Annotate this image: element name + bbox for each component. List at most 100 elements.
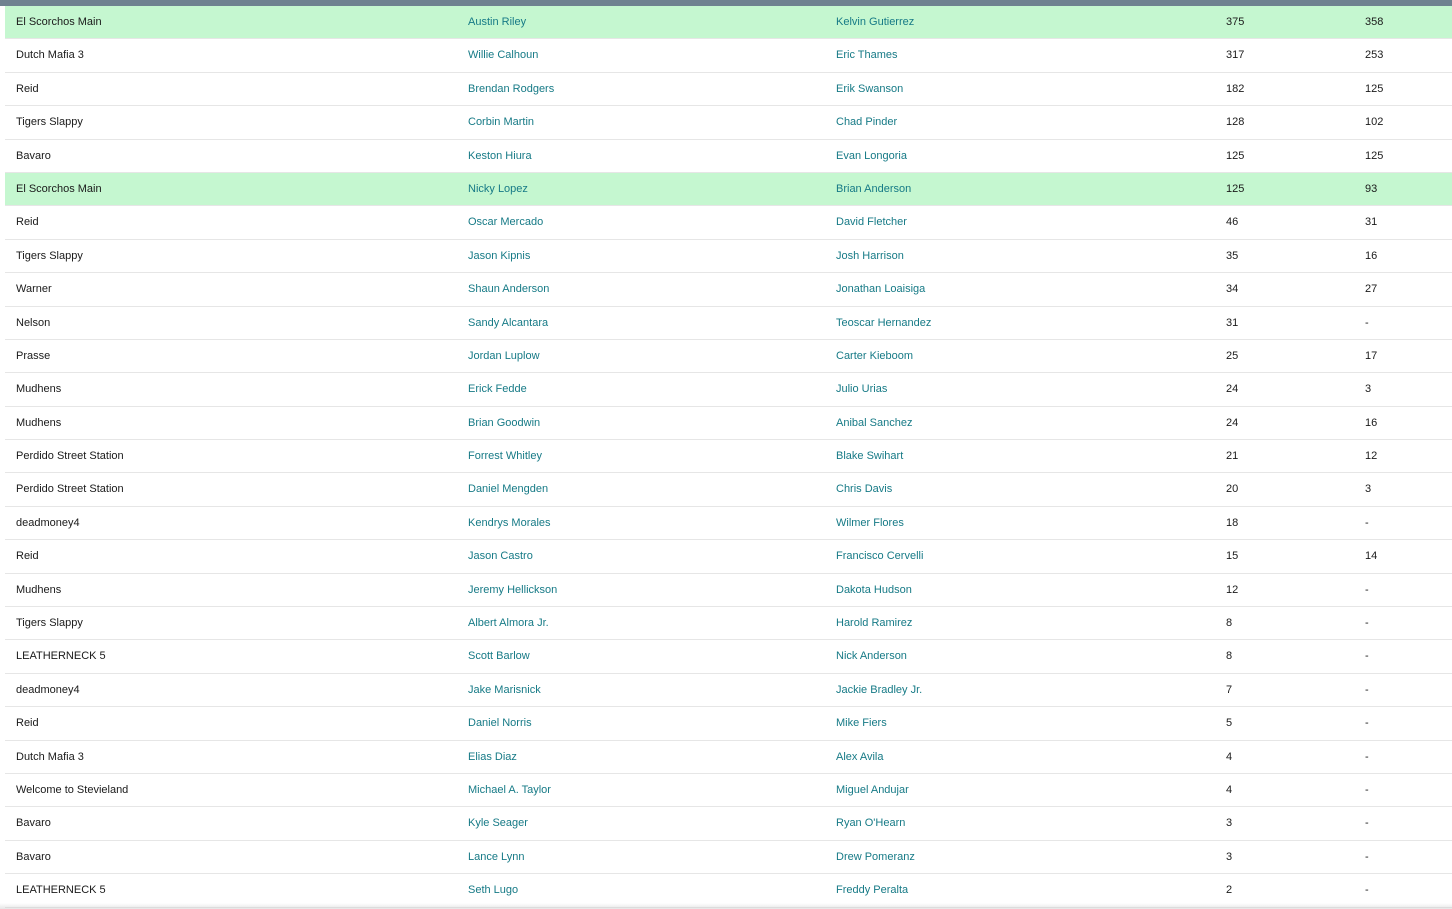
table-row: Perdido Street Station Forrest Whitley Bla… bbox=[5, 440, 1452, 474]
value-cell: - bbox=[1365, 316, 1369, 329]
value-cell: 46 bbox=[1226, 216, 1239, 229]
player-link[interactable]: Wilmer Flores bbox=[836, 507, 904, 539]
player-link[interactable]: Forrest Whitley bbox=[468, 440, 542, 472]
player-link[interactable]: Jordan Luplow bbox=[468, 340, 540, 372]
table-row: Prasse Jordan Luplow Carter Kieboom 25 17 bbox=[5, 339, 1452, 374]
player-link[interactable]: Daniel Norris bbox=[468, 707, 532, 739]
team-name-cell: deadmoney4 bbox=[16, 516, 80, 529]
player-link[interactable]: Willie Calhoun bbox=[468, 39, 538, 71]
value-cell: 8 bbox=[1226, 650, 1233, 663]
table-row: Tigers Slappy Albert Almora Jr. Harold Ram… bbox=[5, 607, 1452, 641]
player-link[interactable]: Alex Avila bbox=[836, 741, 884, 773]
player-link[interactable]: Jonathan Loaisiga bbox=[836, 273, 925, 305]
value-cell: - bbox=[1365, 783, 1369, 796]
player-link[interactable]: Josh Harrison bbox=[836, 240, 904, 272]
table-row: LEATHERNECK 5 Seth Lugo Freddy Peralta 2 - bbox=[5, 874, 1452, 908]
player-link[interactable]: Oscar Mercado bbox=[468, 206, 543, 238]
player-link[interactable]: Carter Kieboom bbox=[836, 340, 913, 372]
value-cell: 125 bbox=[1365, 82, 1384, 95]
table-row: Dutch Mafia 3 Elias Diaz Alex Avila 4 - bbox=[5, 740, 1452, 774]
value-cell: 93 bbox=[1365, 182, 1378, 195]
player-link[interactable]: Miguel Andujar bbox=[836, 774, 909, 806]
table-row: LEATHERNECK 5 Scott Barlow Nick Anderson 8 - bbox=[5, 640, 1452, 674]
table-row: Reid Oscar Mercado David Fletcher 46 31 bbox=[5, 206, 1452, 240]
player-link[interactable]: Keston Hiura bbox=[468, 140, 532, 172]
player-link[interactable]: Jason Castro bbox=[468, 540, 533, 572]
team-name-cell: Welcome to Stevieland bbox=[16, 783, 129, 796]
player-link[interactable]: Ryan O'Hearn bbox=[836, 807, 905, 839]
player-link[interactable]: Lance Lynn bbox=[468, 841, 524, 873]
table-row: Perdido Street Station Daniel Mengden Chri… bbox=[5, 473, 1452, 507]
team-name-cell: LEATHERNECK 5 bbox=[16, 884, 106, 897]
value-cell: 125 bbox=[1226, 149, 1245, 162]
player-link[interactable]: Francisco Cervelli bbox=[836, 540, 923, 572]
player-link[interactable]: Nicky Lopez bbox=[468, 173, 528, 205]
table-row: Warner Shaun Anderson Jonathan Loaisiga 34 2… bbox=[5, 273, 1452, 307]
player-link[interactable]: Freddy Peralta bbox=[836, 874, 908, 906]
value-cell: 102 bbox=[1365, 116, 1384, 129]
player-link[interactable]: Austin Riley bbox=[468, 6, 526, 38]
value-cell: - bbox=[1365, 750, 1369, 763]
player-link[interactable]: Kelvin Gutierrez bbox=[836, 6, 914, 38]
value-cell: - bbox=[1365, 683, 1369, 696]
player-link[interactable]: Kyle Seager bbox=[468, 807, 528, 839]
player-link[interactable]: Jeremy Hellickson bbox=[468, 574, 557, 606]
player-link[interactable]: Harold Ramirez bbox=[836, 607, 912, 639]
player-link[interactable]: Michael A. Taylor bbox=[468, 774, 551, 806]
player-link[interactable]: Jason Kipnis bbox=[468, 240, 530, 272]
player-link[interactable]: Evan Longoria bbox=[836, 140, 907, 172]
player-link[interactable]: Drew Pomeranz bbox=[836, 841, 915, 873]
player-link[interactable]: Corbin Martin bbox=[468, 106, 534, 138]
player-link[interactable]: Jake Marisnick bbox=[468, 674, 541, 706]
player-link[interactable]: Brian Goodwin bbox=[468, 407, 540, 439]
player-link[interactable]: Brendan Rodgers bbox=[468, 73, 554, 105]
value-cell: - bbox=[1365, 884, 1369, 897]
value-cell: 14 bbox=[1365, 550, 1378, 563]
table-row: deadmoney4 Kendrys Morales Wilmer Flores 18… bbox=[5, 506, 1452, 541]
player-link[interactable]: Kendrys Morales bbox=[468, 507, 551, 539]
player-link[interactable]: Teoscar Hernandez bbox=[836, 307, 931, 339]
value-cell: 16 bbox=[1365, 249, 1378, 262]
team-name-cell: Warner bbox=[16, 283, 52, 296]
player-link[interactable]: Seth Lugo bbox=[468, 874, 518, 906]
player-link[interactable]: Anibal Sanchez bbox=[836, 407, 912, 439]
player-link[interactable]: Scott Barlow bbox=[468, 640, 530, 672]
player-link[interactable]: Eric Thames bbox=[836, 39, 898, 71]
value-cell: - bbox=[1365, 650, 1369, 663]
player-link[interactable]: Shaun Anderson bbox=[468, 273, 549, 305]
player-link[interactable]: Dakota Hudson bbox=[836, 574, 912, 606]
table-row: Mudhens Erick Fedde Julio Urias 24 3 bbox=[5, 373, 1452, 407]
team-name-cell: Mudhens bbox=[16, 416, 62, 429]
value-cell: - bbox=[1365, 516, 1369, 529]
team-name-cell: El Scorchos Main bbox=[16, 16, 102, 28]
player-link[interactable]: Nick Anderson bbox=[836, 640, 907, 672]
player-link[interactable]: Albert Almora Jr. bbox=[468, 607, 549, 639]
player-link[interactable]: Mike Fiers bbox=[836, 707, 887, 739]
value-cell: 4 bbox=[1226, 750, 1233, 763]
value-cell: 3 bbox=[1365, 483, 1372, 496]
player-link[interactable]: Blake Swihart bbox=[836, 440, 903, 472]
player-link[interactable]: Elias Diaz bbox=[468, 741, 517, 773]
player-link[interactable]: Erik Swanson bbox=[836, 73, 903, 105]
table-row: deadmoney4 Jake Marisnick Jackie Bradley J… bbox=[5, 673, 1452, 708]
table-row: Reid Brendan Rodgers Erik Swanson 182 125 bbox=[5, 72, 1452, 107]
player-link[interactable]: Chris Davis bbox=[836, 473, 892, 505]
team-name-cell: Reid bbox=[16, 717, 39, 730]
value-cell: 5 bbox=[1226, 717, 1233, 730]
player-link[interactable]: Daniel Mengden bbox=[468, 473, 548, 505]
player-link[interactable]: Jackie Bradley Jr. bbox=[836, 674, 922, 706]
player-link[interactable]: Sandy Alcantara bbox=[468, 307, 548, 339]
value-cell: 24 bbox=[1226, 383, 1239, 396]
team-name-cell: Mudhens bbox=[16, 583, 62, 596]
team-name-cell: Tigers Slappy bbox=[16, 617, 83, 630]
team-name-cell: Reid bbox=[16, 82, 39, 95]
player-link[interactable]: Brian Anderson bbox=[836, 173, 911, 205]
table-row: Bavaro Lance Lynn Drew Pomeranz 3 - bbox=[5, 840, 1452, 875]
player-link[interactable]: David Fletcher bbox=[836, 206, 907, 238]
table-row: Bavaro Keston Hiura Evan Longoria 125 125 bbox=[5, 139, 1452, 173]
table-row: Tigers Slappy Jason Kipnis Josh Harrison 35… bbox=[5, 239, 1452, 274]
player-link[interactable]: Julio Urias bbox=[836, 373, 887, 405]
player-link[interactable]: Chad Pinder bbox=[836, 106, 897, 138]
player-link[interactable]: Erick Fedde bbox=[468, 373, 527, 405]
value-cell: 17 bbox=[1365, 349, 1378, 362]
